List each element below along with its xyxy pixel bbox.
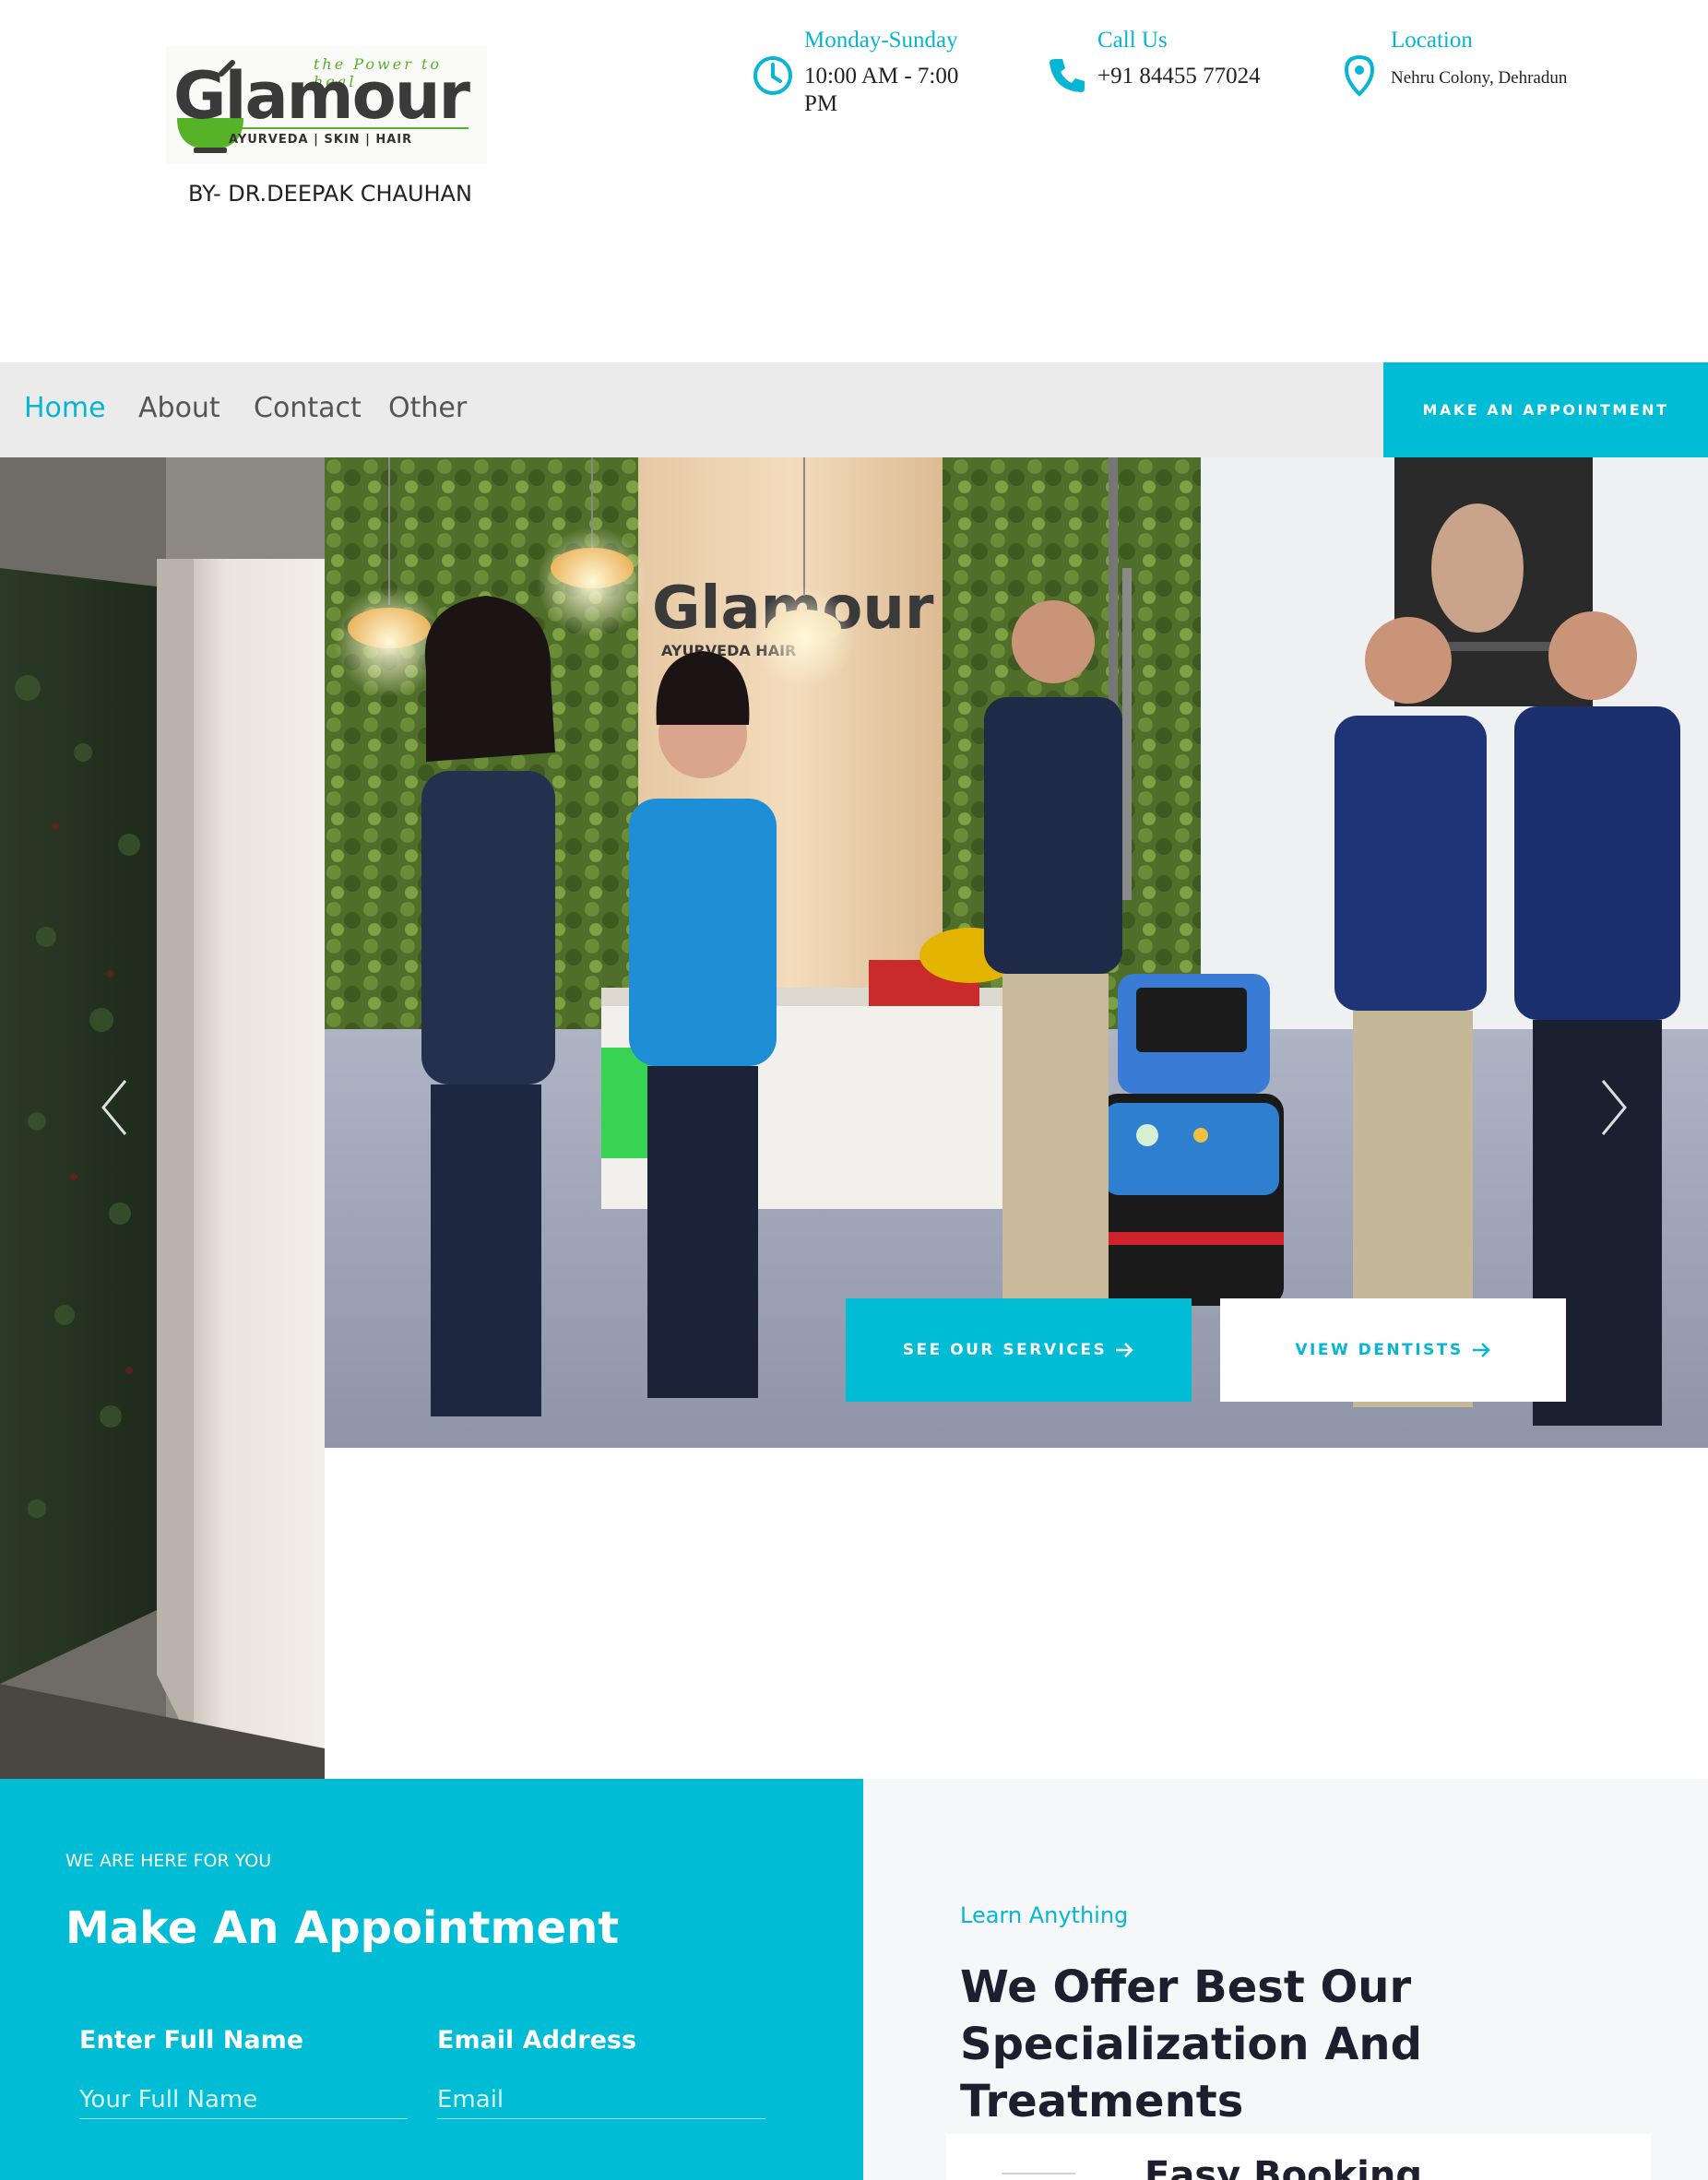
email-label: Email Address [437,2026,637,2055]
nav-home[interactable]: Home [24,392,106,424]
view-dentists-button[interactable]: VIEW DENTISTS [1220,1298,1566,1402]
map-pin-icon [1344,54,1375,97]
full-name-label: Enter Full Name [79,2026,304,2055]
hours-label: Monday-Sunday [804,28,958,53]
feature-card[interactable]: Easy Booking [946,2134,1651,2180]
nav-about[interactable]: About [138,392,220,424]
feature-card-title: Easy Booking [1145,2154,1422,2180]
view-dentists-label: VIEW DENTISTS [1295,1341,1464,1359]
doctor-byline: BY- DR.DEEPAK CHAUHAN [188,181,472,207]
full-name-field: Enter Full Name [79,2026,408,2119]
hours-value: 10:00 AM - 7:00 PM [804,64,959,116]
email-input[interactable] [437,2080,765,2119]
site-header: the Power to heal Glamour AYURVEDA | SKI… [0,0,1708,362]
logo-divider [221,127,469,129]
call-label: Call Us [1097,28,1168,53]
logo[interactable]: the Power to heal Glamour AYURVEDA | SKI… [166,46,487,164]
hero-slider: Glamour AYURVEDA HAIR [0,457,1708,1779]
see-our-services-label: SEE OUR SERVICES [902,1341,1108,1359]
main-nav: Home About Contact Other MAKE AN APPOINT… [0,362,1708,457]
clock-icon [753,56,792,95]
specialization-kicker: Learn Anything [960,1902,1129,1928]
hero-prev-slide-image [0,457,325,1779]
phone-number[interactable]: +91 84455 77024 [1097,63,1261,90]
logo-wordmark: Glamour [173,58,470,134]
nav-contact[interactable]: Contact [254,392,362,424]
phone-icon [1050,59,1085,92]
slider-prev-arrow-icon[interactable] [96,1075,133,1140]
email-field: Email Address [437,2026,765,2119]
see-our-services-button[interactable]: SEE OUR SERVICES [846,1298,1192,1402]
specialization-section: Learn Anything We Offer Best Our Special… [863,1779,1708,2180]
appointment-title: Make An Appointment [65,1902,620,1954]
arrow-right-icon [1472,1343,1490,1357]
arrow-right-icon [1116,1343,1133,1357]
feature-card-icon [1002,2173,1075,2174]
specialization-title: We Offer Best Our Specialization And Tre… [960,1961,1422,2127]
slider-next-arrow-icon[interactable] [1595,1075,1632,1140]
appointment-kicker: WE ARE HERE FOR YOU [65,1851,272,1871]
appointment-section: WE ARE HERE FOR YOU Make An Appointment … [0,1779,863,2180]
make-appointment-button[interactable]: MAKE AN APPOINTMENT [1383,362,1708,457]
location-label: Location [1391,28,1473,53]
nav-other[interactable]: Other [388,392,467,424]
logo-subline: AYURVEDA | SKIN | HAIR [229,133,413,147]
location-value: Nehru Colony, Dehradun [1391,68,1568,88]
full-name-input[interactable] [79,2080,408,2119]
